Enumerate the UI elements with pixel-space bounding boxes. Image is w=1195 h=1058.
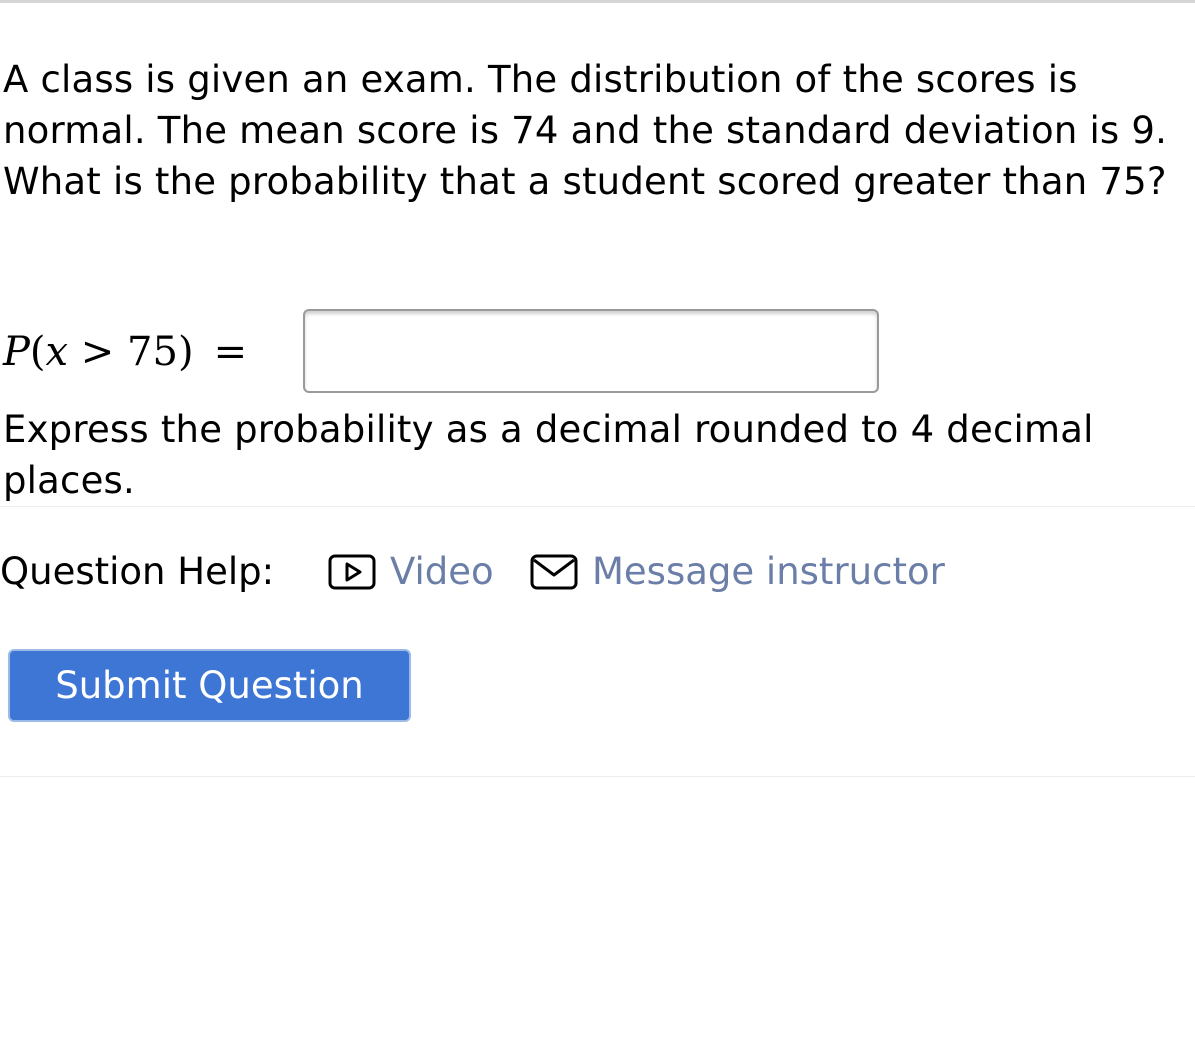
footer-divider [0, 776, 1195, 777]
question-text: A class is given an exam. The distributi… [3, 58, 1168, 203]
answer-input[interactable] [303, 309, 879, 393]
top-divider [0, 0, 1195, 3]
expression-open: ( [29, 329, 46, 375]
section-divider [0, 506, 1195, 507]
message-instructor-link[interactable]: Message instructor [530, 544, 945, 600]
message-instructor-label: Message instructor [592, 550, 945, 593]
question-help-label: Question Help: [0, 550, 275, 593]
mail-icon [530, 554, 578, 590]
video-label: Video [390, 550, 494, 593]
submit-question-button[interactable]: Submit Question [8, 649, 411, 722]
probability-expression: P(x > 75) = [3, 329, 247, 375]
expression-p: P [3, 329, 30, 375]
expression-op: > [68, 329, 128, 375]
expression-num: 75 [127, 329, 178, 375]
question-help: Question Help: Video Message instructor [0, 544, 1195, 600]
expression-equals: = [213, 329, 248, 375]
video-icon [328, 554, 376, 590]
answer-row: P(x > 75) = [3, 309, 1003, 399]
expression-close: ) [177, 329, 194, 375]
instruction-text: Express the probability as a decimal rou… [3, 408, 1094, 502]
expression-var: x [45, 329, 69, 375]
video-link[interactable]: Video [328, 544, 494, 600]
